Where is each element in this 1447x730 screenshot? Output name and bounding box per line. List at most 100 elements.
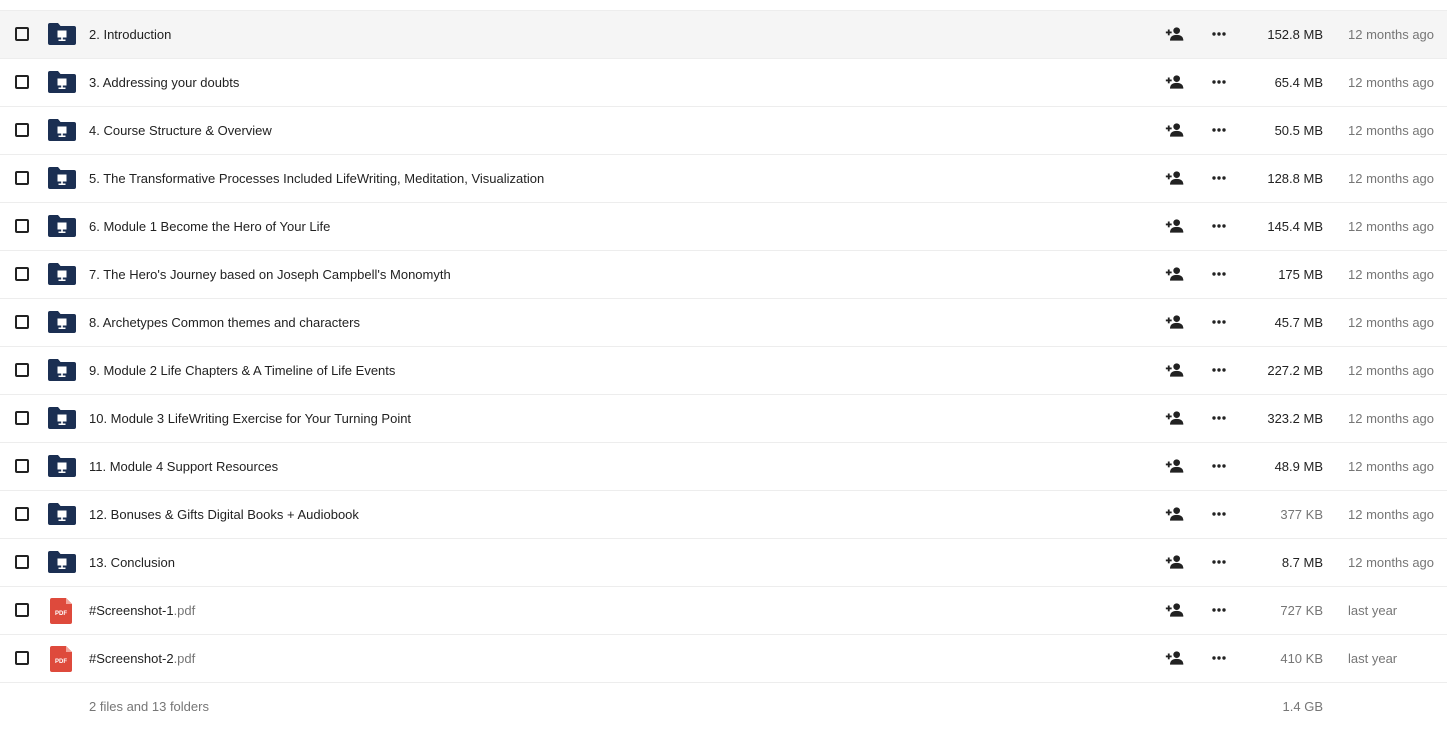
file-name-base: 13. Conclusion: [89, 555, 175, 570]
person-add-icon[interactable]: [1165, 312, 1185, 332]
file-row[interactable]: 6. Module 1 Become the Hero of Your Life…: [0, 203, 1447, 251]
row-checkbox[interactable]: [15, 411, 29, 425]
modified-date: 12 months ago: [1348, 75, 1435, 90]
file-row[interactable]: 10. Module 3 LifeWriting Exercise for Yo…: [0, 395, 1447, 443]
row-checkbox[interactable]: [15, 123, 29, 137]
modified-date: 12 months ago: [1348, 219, 1435, 234]
more-horizontal-icon[interactable]: [1209, 72, 1229, 92]
file-name-base: #Screenshot-1: [89, 603, 174, 618]
modified-date: 12 months ago: [1348, 315, 1435, 330]
row-checkbox[interactable]: [15, 651, 29, 665]
more-horizontal-icon[interactable]: [1209, 264, 1229, 284]
file-name[interactable]: 8. Archetypes Common themes and characte…: [89, 299, 360, 346]
file-size: 45.7 MB: [1274, 315, 1323, 330]
person-add-icon[interactable]: [1165, 168, 1185, 188]
file-size: 8.7 MB: [1281, 555, 1323, 570]
file-row[interactable]: 2. Introduction 152.8 MB 12 months ago: [0, 11, 1447, 59]
file-name[interactable]: 3. Addressing your doubts: [89, 59, 239, 106]
pdf-file-icon: PDF: [50, 598, 74, 624]
person-add-icon[interactable]: [1165, 648, 1185, 668]
row-checkbox[interactable]: [15, 555, 29, 569]
person-add-icon[interactable]: [1165, 600, 1185, 620]
row-checkbox[interactable]: [15, 267, 29, 281]
file-extension: .pdf: [173, 651, 196, 666]
file-row[interactable]: 11. Module 4 Support Resources 48.9 MB 12 …: [0, 443, 1447, 491]
modified-date: 12 months ago: [1348, 123, 1435, 138]
more-horizontal-icon[interactable]: [1209, 24, 1229, 44]
file-name[interactable]: 4. Course Structure & Overview: [89, 107, 272, 154]
folder-icon: [47, 551, 77, 573]
summary-count: 2 files and 13 folders: [89, 699, 209, 714]
row-checkbox[interactable]: [15, 171, 29, 185]
file-row[interactable]: 5. The Transformative Processes Included…: [0, 155, 1447, 203]
file-row[interactable]: PDF #Screenshot-1.pdf 727 KB last year: [0, 587, 1447, 635]
file-name[interactable]: 9. Module 2 Life Chapters & A Timeline o…: [89, 347, 395, 394]
file-size: 128.8 MB: [1267, 171, 1323, 186]
file-name-base: 12. Bonuses & Gifts Digital Books + Audi…: [89, 507, 359, 522]
person-add-icon[interactable]: [1165, 24, 1185, 44]
file-size: 65.4 MB: [1274, 75, 1323, 90]
file-name[interactable]: #Screenshot-2.pdf: [89, 635, 195, 682]
file-name-base: 10. Module 3 LifeWriting Exercise for Yo…: [89, 411, 412, 426]
file-name-base: 11. Module 4 Support Resources: [89, 459, 279, 474]
person-add-icon[interactable]: [1165, 72, 1185, 92]
file-name[interactable]: 10. Module 3 LifeWriting Exercise for Yo…: [89, 395, 411, 442]
row-checkbox[interactable]: [15, 75, 29, 89]
folder-icon: [47, 407, 77, 429]
file-name-base: 5. The Transformative Processes Included…: [89, 171, 545, 186]
file-name[interactable]: 12. Bonuses & Gifts Digital Books + Audi…: [89, 491, 359, 538]
more-horizontal-icon[interactable]: [1209, 504, 1229, 524]
person-add-icon[interactable]: [1165, 504, 1185, 524]
row-checkbox[interactable]: [15, 603, 29, 617]
person-add-icon[interactable]: [1165, 456, 1185, 476]
row-checkbox[interactable]: [15, 363, 29, 377]
file-row[interactable]: PDF #Screenshot-2.pdf 410 KB last year: [0, 635, 1447, 683]
more-horizontal-icon[interactable]: [1209, 600, 1229, 620]
more-horizontal-icon[interactable]: [1209, 312, 1229, 332]
row-checkbox[interactable]: [15, 315, 29, 329]
file-row[interactable]: 4. Course Structure & Overview 50.5 MB 12 …: [0, 107, 1447, 155]
more-horizontal-icon[interactable]: [1209, 552, 1229, 572]
file-name-base: 3. Addressing your doubts: [89, 75, 240, 90]
file-name[interactable]: 7. The Hero's Journey based on Joseph Ca…: [89, 251, 451, 298]
modified-date: 12 months ago: [1348, 411, 1435, 426]
file-row[interactable]: 13. Conclusion 8.7 MB 12 months ago: [0, 539, 1447, 587]
file-name[interactable]: #Screenshot-1.pdf: [89, 587, 195, 634]
more-horizontal-icon[interactable]: [1209, 216, 1229, 236]
file-row[interactable]: 3. Addressing your doubts 65.4 MB 12 month…: [0, 59, 1447, 107]
file-row[interactable]: 8. Archetypes Common themes and characte…: [0, 299, 1447, 347]
file-size: 152.8 MB: [1267, 27, 1323, 42]
file-name[interactable]: 2. Introduction: [89, 11, 171, 58]
more-horizontal-icon[interactable]: [1209, 120, 1229, 140]
person-add-icon[interactable]: [1165, 216, 1185, 236]
file-name[interactable]: 6. Module 1 Become the Hero of Your Life: [89, 203, 330, 250]
file-size: 50.5 MB: [1274, 123, 1323, 138]
file-name-base: 2. Introduction: [89, 27, 172, 42]
person-add-icon[interactable]: [1165, 408, 1185, 428]
file-name[interactable]: 11. Module 4 Support Resources: [89, 443, 278, 490]
row-checkbox[interactable]: [15, 459, 29, 473]
modified-date: 12 months ago: [1348, 555, 1435, 570]
folder-icon: [47, 167, 77, 189]
file-row[interactable]: 9. Module 2 Life Chapters & A Timeline o…: [0, 347, 1447, 395]
person-add-icon[interactable]: [1165, 120, 1185, 140]
more-horizontal-icon[interactable]: [1209, 168, 1229, 188]
folder-icon: [47, 215, 77, 237]
row-checkbox[interactable]: [15, 219, 29, 233]
person-add-icon[interactable]: [1165, 264, 1185, 284]
file-size: 377 KB: [1280, 507, 1323, 522]
row-checkbox[interactable]: [15, 27, 29, 41]
file-name[interactable]: 5. The Transformative Processes Included…: [89, 155, 544, 202]
more-horizontal-icon[interactable]: [1209, 456, 1229, 476]
more-horizontal-icon[interactable]: [1209, 648, 1229, 668]
person-add-icon[interactable]: [1165, 552, 1185, 572]
more-horizontal-icon[interactable]: [1209, 360, 1229, 380]
file-row[interactable]: 7. The Hero's Journey based on Joseph Ca…: [0, 251, 1447, 299]
row-checkbox[interactable]: [15, 507, 29, 521]
file-name[interactable]: 13. Conclusion: [89, 539, 175, 586]
file-row[interactable]: 12. Bonuses & Gifts Digital Books + Audi…: [0, 491, 1447, 539]
more-horizontal-icon[interactable]: [1209, 408, 1229, 428]
person-add-icon[interactable]: [1165, 360, 1185, 380]
file-name-base: 4. Course Structure & Overview: [89, 123, 272, 138]
folder-icon: [47, 503, 77, 525]
